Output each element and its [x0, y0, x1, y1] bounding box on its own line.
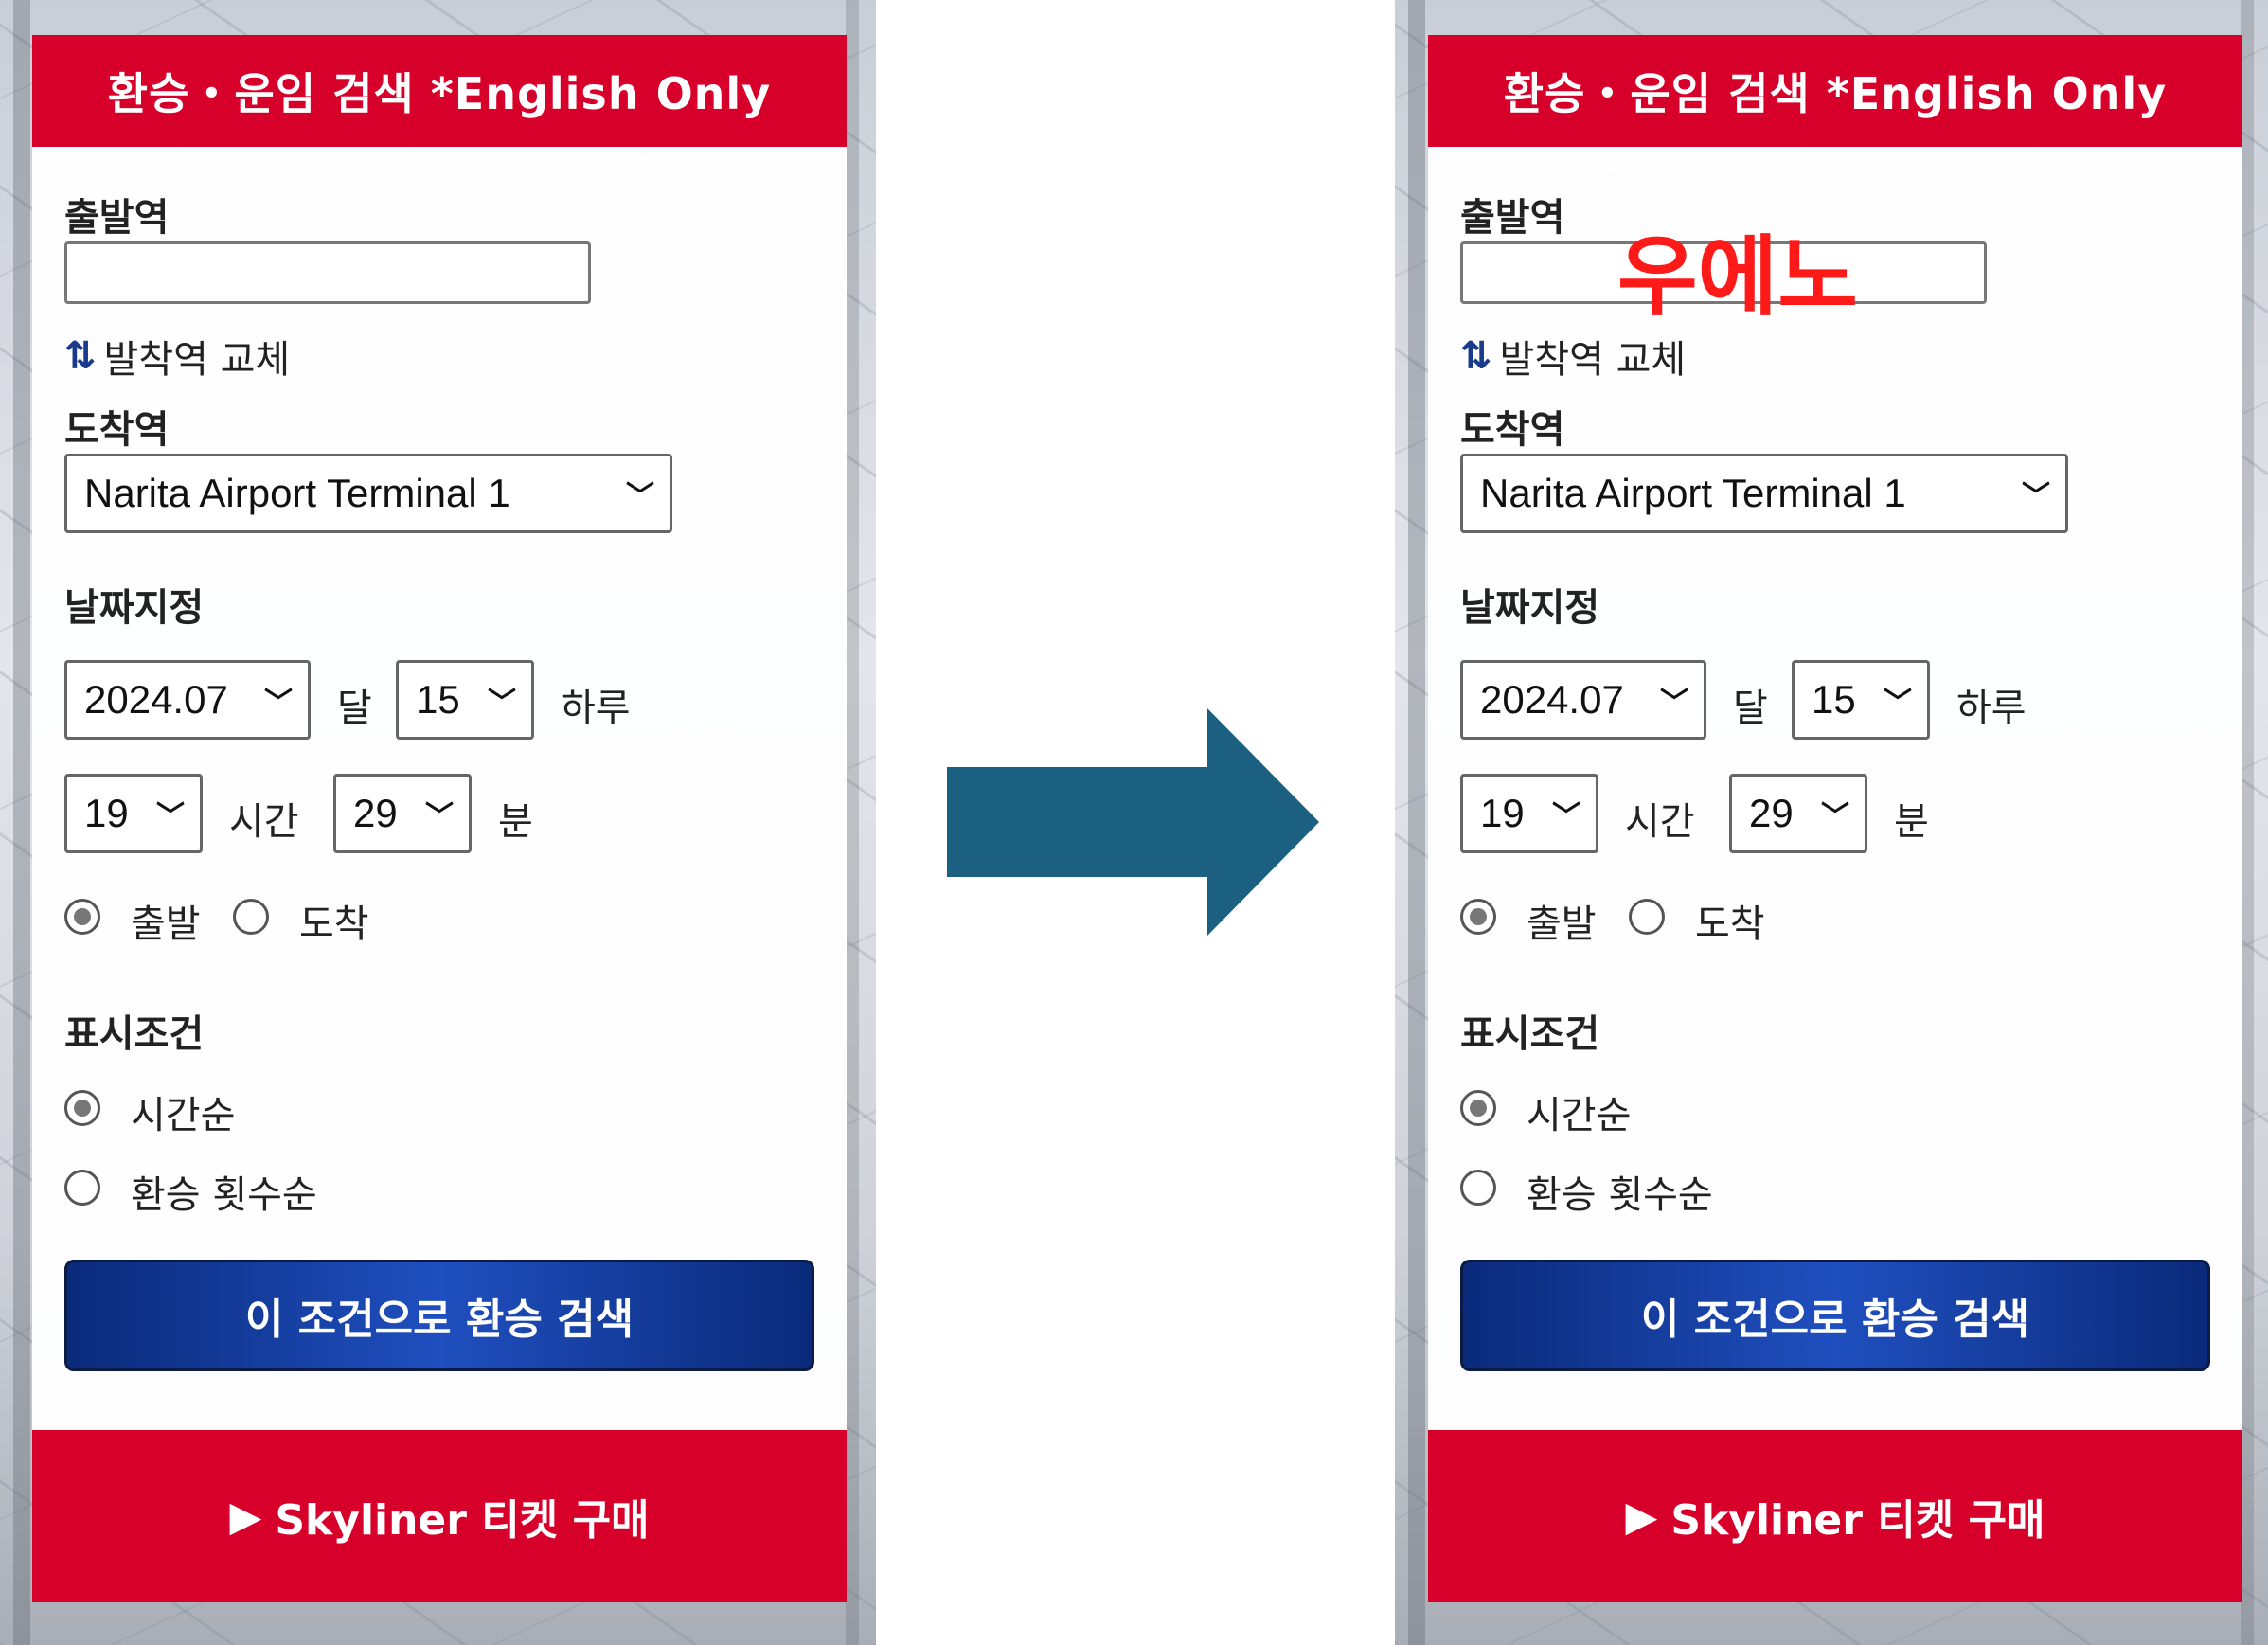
depart-radio[interactable]: [1460, 899, 1496, 935]
swap-stations-link[interactable]: ⇅ 발착역 교체: [1460, 329, 1686, 384]
sort-time-label: 시간순: [131, 1094, 236, 1137]
swap-stations-link[interactable]: ⇅ 발착역 교체: [64, 329, 290, 384]
hour-value: 19: [84, 791, 129, 835]
search-button[interactable]: 이 조건으로 환승 검색: [64, 1260, 814, 1371]
minute-select[interactable]: 29 ﹀: [1729, 774, 1867, 853]
year-month-value: 2024.07: [84, 677, 228, 722]
minute-unit: 분: [1894, 800, 1929, 844]
minute-select[interactable]: 29 ﹀: [333, 774, 472, 853]
hour-value: 19: [1480, 791, 1525, 835]
minute-value: 29: [353, 791, 398, 835]
day-value: 15: [416, 677, 460, 722]
day-value: 15: [1812, 677, 1856, 722]
chevron-down-icon: ﹀: [425, 801, 454, 832]
arrival-select-value: Narita Airport Terminal 1: [1480, 471, 1906, 515]
swap-arrows-icon: ⇅: [64, 334, 96, 378]
arrive-option-label: 도착: [299, 903, 369, 946]
hour-unit: 시간: [229, 800, 299, 844]
arrival-select[interactable]: Narita Airport Terminal 1 ﹀: [1460, 454, 2068, 533]
right-arrow-icon: [947, 708, 1319, 936]
sort-time-radio[interactable]: [64, 1090, 100, 1126]
arrive-radio[interactable]: [233, 899, 269, 935]
skyliner-ticket-link[interactable]: ▶ Skyliner 티켓 구매: [1428, 1430, 2242, 1602]
minute-value: 29: [1749, 791, 1794, 835]
hour-select[interactable]: 19 ﹀: [64, 774, 203, 853]
arrive-option-label: 도착: [1695, 903, 1765, 946]
date-label: 날짜지정: [1460, 586, 1600, 630]
chevron-down-icon: ﹀: [156, 801, 185, 832]
skyliner-ticket-label: Skyliner 티켓 구매: [275, 1496, 650, 1545]
skyliner-ticket-link[interactable]: ▶ Skyliner 티켓 구매: [32, 1430, 847, 1602]
day-select[interactable]: 15 ﹀: [1792, 660, 1930, 740]
background-pole: [846, 0, 859, 1645]
panel-header-title: 환승・운임 검색 *English Only: [1428, 35, 2242, 147]
date-label: 날짜지정: [64, 586, 205, 630]
sort-time-radio[interactable]: [1460, 1090, 1496, 1126]
depart-option-label: 출발: [131, 903, 201, 946]
background-pole: [13, 0, 30, 1645]
departure-label: 출발역: [64, 196, 170, 240]
chevron-down-icon: ﹀: [488, 688, 516, 719]
year-month-select[interactable]: 2024.07 ﹀: [1460, 660, 1706, 740]
hour-select[interactable]: 19 ﹀: [1460, 774, 1598, 853]
arrival-select[interactable]: Narita Airport Terminal 1 ﹀: [64, 454, 672, 533]
search-panel-before: 환승・운임 검색 *English Only 출발역 ⇅ 발착역 교체 도착역 …: [32, 35, 847, 1602]
day-unit: 하루: [1956, 687, 2027, 730]
chevron-down-icon: ﹀: [1660, 688, 1688, 719]
year-month-value: 2024.07: [1480, 677, 1624, 722]
sort-time-label: 시간순: [1527, 1094, 1632, 1137]
departure-label: 출발역: [1460, 196, 1565, 240]
play-triangle-icon: ▶: [229, 1492, 262, 1541]
panel-header-title: 환승・운임 검색 *English Only: [32, 35, 847, 147]
swap-label: 발착역 교체: [1499, 338, 1687, 382]
swap-label: 발착역 교체: [103, 338, 291, 382]
chevron-down-icon: ﹀: [626, 481, 654, 512]
hour-unit: 시간: [1625, 800, 1695, 844]
arrival-select-value: Narita Airport Terminal 1: [84, 471, 510, 515]
day-select[interactable]: 15 ﹀: [396, 660, 534, 740]
skyliner-ticket-label: Skyliner 티켓 구매: [1670, 1496, 2045, 1545]
display-condition-label: 표시조건: [1460, 1012, 1600, 1056]
departure-input[interactable]: [64, 241, 591, 304]
sort-transfers-label: 환승 횟수순: [1527, 1173, 1713, 1217]
sort-transfers-radio[interactable]: [64, 1170, 100, 1206]
arrival-label: 도착역: [1460, 408, 1565, 452]
annotation-text: 우에노: [1617, 226, 1858, 328]
year-month-select[interactable]: 2024.07 ﹀: [64, 660, 311, 740]
chevron-down-icon: ﹀: [1552, 801, 1580, 832]
swap-arrows-icon: ⇅: [1460, 334, 1491, 378]
chevron-down-icon: ﹀: [1884, 688, 1912, 719]
sort-transfers-radio[interactable]: [1460, 1170, 1496, 1206]
sort-transfers-label: 환승 횟수순: [131, 1173, 317, 1217]
month-unit: 달: [337, 687, 372, 730]
depart-radio[interactable]: [64, 899, 100, 935]
background-pole: [1408, 0, 1425, 1645]
day-unit: 하루: [561, 687, 631, 730]
background-pole: [2241, 0, 2254, 1645]
search-button[interactable]: 이 조건으로 환승 검색: [1460, 1260, 2210, 1371]
chevron-down-icon: ﹀: [2022, 481, 2050, 512]
arrival-label: 도착역: [64, 408, 170, 452]
month-unit: 달: [1733, 687, 1768, 730]
chevron-down-icon: ﹀: [264, 688, 293, 719]
play-triangle-icon: ▶: [1625, 1492, 1658, 1541]
chevron-down-icon: ﹀: [1821, 801, 1849, 832]
minute-unit: 분: [498, 800, 533, 844]
depart-option-label: 출발: [1527, 903, 1597, 946]
arrive-radio[interactable]: [1629, 899, 1665, 935]
search-panel-after: 환승・운임 검색 *English Only 출발역 우에노 ⇅ 발착역 교체 …: [1428, 35, 2242, 1602]
display-condition-label: 표시조건: [64, 1012, 205, 1056]
